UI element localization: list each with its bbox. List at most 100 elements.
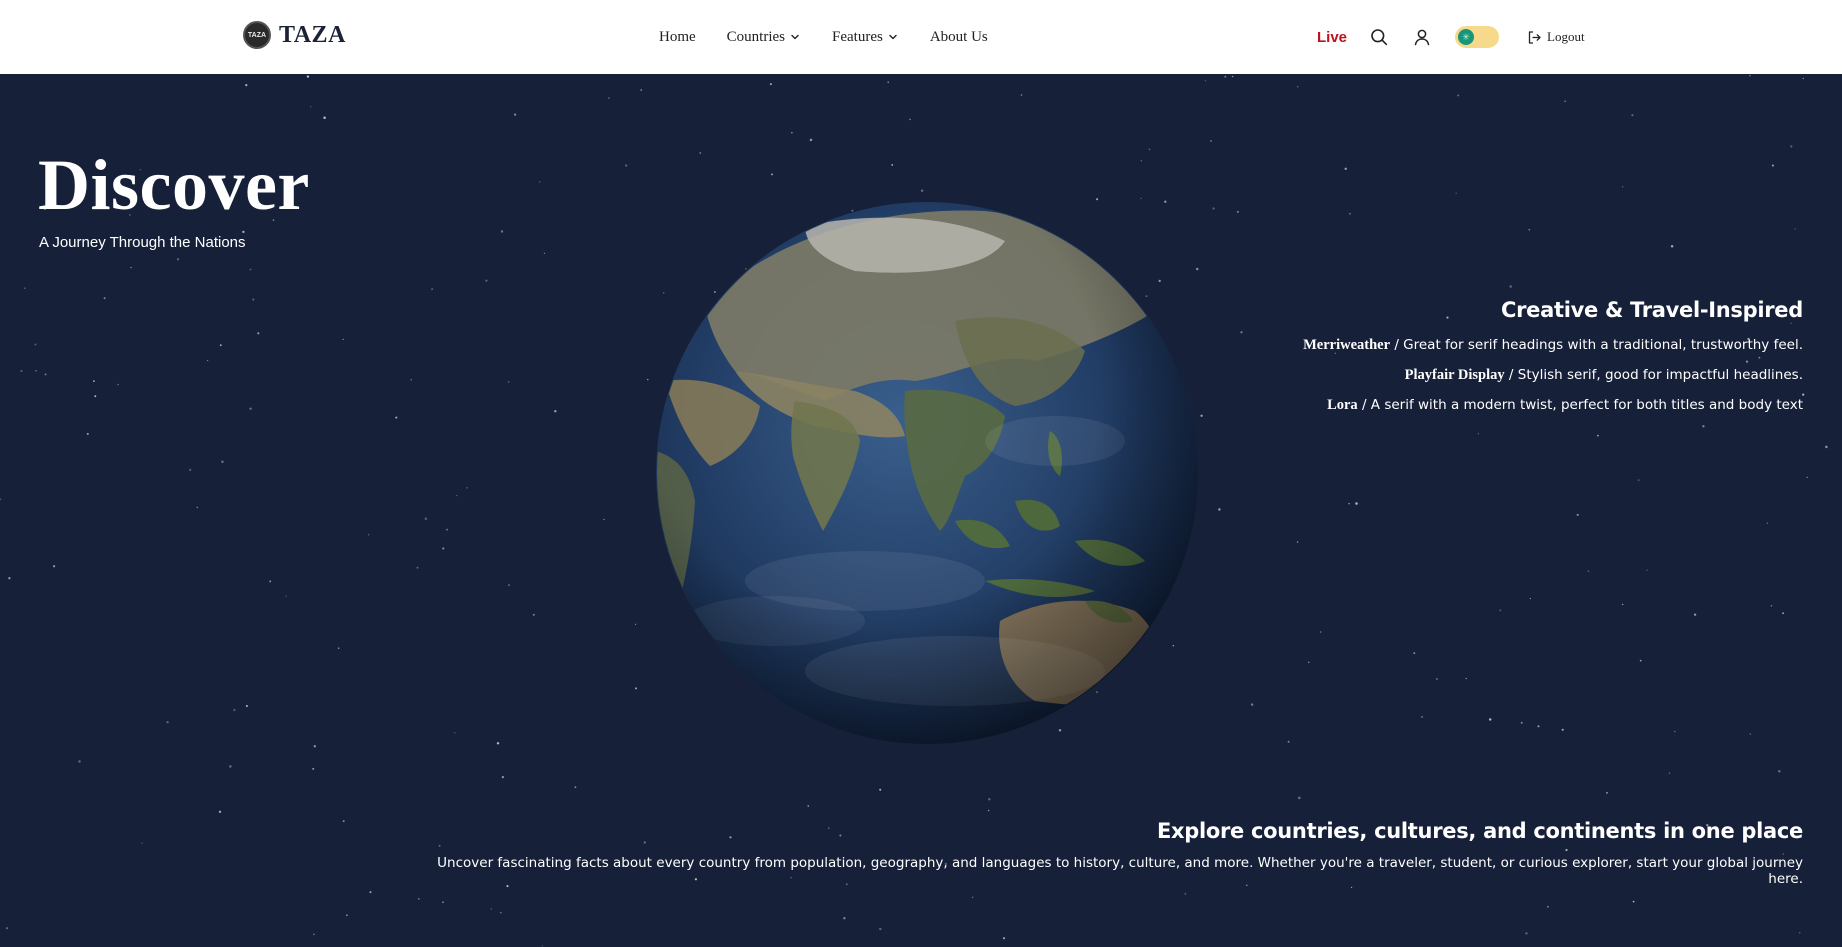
star (35, 370, 37, 372)
star (1525, 932, 1528, 935)
star (1561, 728, 1564, 731)
star (1212, 207, 1215, 210)
star (1457, 94, 1460, 97)
star (1465, 677, 1467, 680)
user-icon[interactable] (1412, 27, 1432, 47)
star (93, 380, 95, 382)
font-notes-heading: Creative & Travel-Inspired (1500, 298, 1803, 322)
star (1436, 678, 1438, 680)
star (1096, 198, 1099, 201)
star (1002, 937, 1006, 940)
star (1799, 931, 1801, 934)
star (103, 297, 106, 300)
star (417, 898, 420, 900)
star (456, 494, 458, 497)
nav-item-about-us[interactable]: About Us (930, 29, 988, 46)
star (442, 901, 444, 903)
star (312, 933, 315, 936)
search-icon[interactable] (1369, 27, 1389, 47)
star (1790, 145, 1793, 148)
star (843, 916, 846, 920)
sun-icon: ✳ (1458, 29, 1475, 45)
star (1520, 721, 1523, 724)
star (635, 687, 637, 690)
star (608, 97, 610, 99)
star (1210, 139, 1212, 142)
star (1547, 905, 1549, 908)
star (249, 407, 252, 410)
star (44, 373, 47, 376)
top-header: TAZA TAZA Home Countries Features About … (0, 0, 1842, 74)
star (1308, 661, 1310, 663)
star (879, 927, 882, 931)
star (395, 416, 398, 419)
logout-button[interactable]: Logout (1527, 29, 1585, 45)
nav-item-home[interactable]: Home (659, 29, 696, 46)
star (1564, 100, 1566, 102)
star (221, 460, 224, 464)
star (342, 338, 344, 341)
star (1421, 715, 1424, 718)
star (206, 359, 209, 362)
live-link[interactable]: Live (1317, 29, 1347, 46)
star (532, 613, 535, 616)
star (1287, 740, 1290, 743)
star (323, 116, 326, 119)
star (1344, 167, 1347, 170)
star (245, 83, 248, 87)
star (507, 381, 510, 383)
star (543, 252, 546, 254)
star (466, 487, 468, 489)
brand[interactable]: TAZA TAZA (243, 21, 346, 49)
brand-name[interactable]: TAZA (279, 22, 346, 49)
star (1297, 86, 1299, 88)
star (1668, 772, 1671, 774)
star (1348, 502, 1350, 505)
star (1231, 75, 1234, 78)
star (346, 914, 348, 916)
font-line: Playfair Display / Stylish serif, good f… (1103, 366, 1803, 384)
star (1597, 434, 1599, 437)
star (229, 765, 232, 768)
star (367, 533, 370, 536)
star (1749, 74, 1751, 77)
star (1631, 114, 1634, 117)
star (431, 288, 433, 290)
star (285, 595, 287, 597)
nav-item-countries[interactable]: Countries (727, 29, 801, 46)
font-notes: Creative & Travel-Inspired Merriweather … (1103, 298, 1803, 426)
star (446, 528, 448, 531)
logout-label: Logout (1547, 29, 1585, 44)
star (625, 164, 628, 167)
star (1621, 603, 1624, 606)
star (342, 820, 345, 823)
star (86, 432, 89, 435)
star (312, 767, 315, 770)
star (647, 378, 649, 381)
star (1806, 476, 1808, 478)
star (337, 647, 340, 649)
globe-image[interactable] (655, 201, 1199, 745)
star (1140, 197, 1142, 200)
star (117, 383, 119, 386)
star (1204, 80, 1207, 82)
star (24, 287, 26, 289)
star (166, 721, 169, 724)
star (539, 181, 541, 183)
star (1825, 445, 1828, 449)
star (1674, 730, 1676, 733)
star (1576, 513, 1579, 517)
brand-logo[interactable]: TAZA (243, 21, 271, 49)
star (1802, 77, 1804, 80)
nav-item-features[interactable]: Features (832, 29, 899, 46)
logout-icon (1528, 30, 1541, 44)
star (369, 891, 372, 894)
star (410, 378, 412, 381)
chevron-down-icon (889, 34, 897, 40)
star (1349, 213, 1351, 215)
star (8, 577, 11, 580)
star (1319, 631, 1322, 633)
theme-toggle[interactable]: ✳ (1455, 26, 1500, 48)
star (1488, 718, 1492, 721)
star (424, 517, 428, 520)
